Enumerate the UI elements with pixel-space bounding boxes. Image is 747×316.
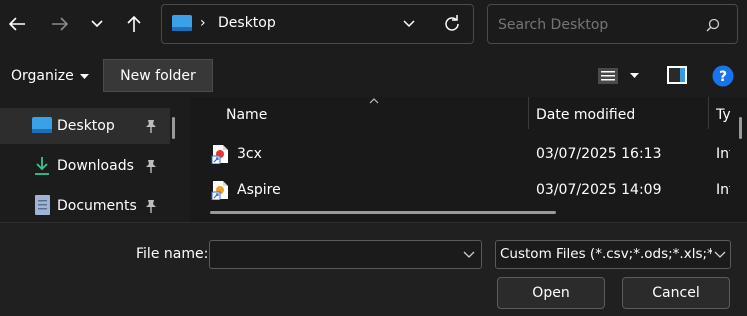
- new-folder-label: New folder: [120, 67, 196, 84]
- arrow-right-icon: [52, 17, 69, 31]
- sidebar-item-label: Documents: [57, 198, 137, 214]
- sidebar-item-desktop[interactable]: Desktop: [0, 108, 170, 144]
- up-button[interactable]: [117, 6, 151, 42]
- breadcrumb-separator-icon: ›: [200, 15, 206, 31]
- file-type-select[interactable]: Custom Files (*.csv;*.ods;*.xls;*.xl: [495, 240, 731, 269]
- chevron-down-icon: [91, 20, 103, 28]
- desktop-icon: [172, 15, 192, 31]
- shortcut-icon: [211, 181, 228, 200]
- svg-text:?: ?: [719, 69, 727, 85]
- pin-icon: [146, 200, 156, 213]
- open-button[interactable]: Open: [497, 277, 605, 309]
- toolbar: Organize New folder ?: [0, 55, 747, 97]
- file-type: Int: [716, 146, 730, 162]
- column-header-label: Date modified: [536, 107, 636, 123]
- column-header-type[interactable]: Ty: [716, 97, 740, 133]
- pin-icon: [146, 160, 156, 173]
- column-header-label: Name: [226, 107, 268, 123]
- sidebar-scrollbar[interactable]: [172, 117, 175, 139]
- file-name-label: File name:: [136, 246, 209, 262]
- address-bar[interactable]: › Desktop: [161, 4, 474, 44]
- file-name: 3cx: [237, 146, 262, 162]
- chevron-down-icon[interactable]: [463, 251, 475, 259]
- search-icon: [706, 18, 720, 32]
- chevron-down-icon[interactable]: [402, 19, 416, 29]
- shortcut-icon: [211, 145, 228, 164]
- organize-label: Organize: [11, 68, 74, 84]
- recent-locations-button[interactable]: [80, 6, 114, 42]
- cancel-button-label: Cancel: [652, 285, 700, 301]
- vertical-scrollbar[interactable]: [739, 117, 742, 139]
- dialog-footer: File name: Custom Files (*.csv;*.ods;*.x…: [0, 222, 747, 316]
- column-divider[interactable]: [708, 97, 709, 129]
- help-icon[interactable]: ?: [712, 65, 734, 87]
- document-icon: [35, 195, 50, 215]
- list-view-icon: [598, 68, 618, 84]
- file-date: 03/07/2025 14:09: [536, 182, 662, 198]
- desktop-icon: [32, 117, 52, 133]
- file-date: 03/07/2025 16:13: [536, 146, 662, 162]
- column-header-label: Ty: [716, 107, 731, 123]
- back-button[interactable]: [0, 6, 34, 42]
- chevron-down-icon: [714, 251, 726, 258]
- refresh-icon[interactable]: [442, 14, 462, 34]
- dropdown-arrow-icon: [630, 73, 639, 78]
- search-box[interactable]: [487, 4, 738, 44]
- file-type-value: Custom Files (*.csv;*.ods;*.xls;*.xl: [500, 246, 712, 262]
- search-input[interactable]: [496, 13, 700, 37]
- new-folder-button[interactable]: New folder: [103, 59, 213, 92]
- sidebar-item-documents[interactable]: Documents: [0, 188, 170, 224]
- download-icon: [35, 157, 49, 175]
- open-button-label: Open: [532, 285, 570, 301]
- horizontal-scrollbar[interactable]: [210, 211, 556, 214]
- preview-pane-icon[interactable]: [666, 65, 688, 85]
- file-name-field[interactable]: [209, 240, 482, 269]
- column-header-name[interactable]: Name: [226, 97, 526, 133]
- arrow-left-icon: [8, 17, 25, 31]
- pin-icon: [146, 120, 156, 133]
- file-list: Name Date modified Ty 3cx 03/07/2025 16:…: [190, 97, 747, 222]
- sidebar-item-label: Desktop: [57, 118, 115, 134]
- sidebar-item-label: Downloads: [57, 158, 134, 174]
- cancel-button[interactable]: Cancel: [622, 277, 730, 309]
- sidebar-item-downloads[interactable]: Downloads: [0, 148, 170, 184]
- organize-button[interactable]: Organize: [4, 61, 92, 91]
- navigation-pane: Desktop Downloads Documents: [0, 97, 184, 222]
- table-row[interactable]: 3cx 03/07/2025 16:13 Int: [190, 136, 730, 172]
- file-type: Int: [716, 182, 730, 198]
- column-divider[interactable]: [528, 97, 529, 129]
- dropdown-arrow-icon: [79, 73, 89, 79]
- file-name: Aspire: [237, 182, 281, 198]
- forward-button[interactable]: [43, 6, 77, 42]
- table-row[interactable]: Aspire 03/07/2025 14:09 Int: [190, 172, 730, 208]
- arrow-up-icon: [127, 15, 141, 32]
- view-options-button[interactable]: [596, 65, 644, 87]
- breadcrumb[interactable]: Desktop: [218, 15, 276, 31]
- column-header-date[interactable]: Date modified: [536, 97, 696, 133]
